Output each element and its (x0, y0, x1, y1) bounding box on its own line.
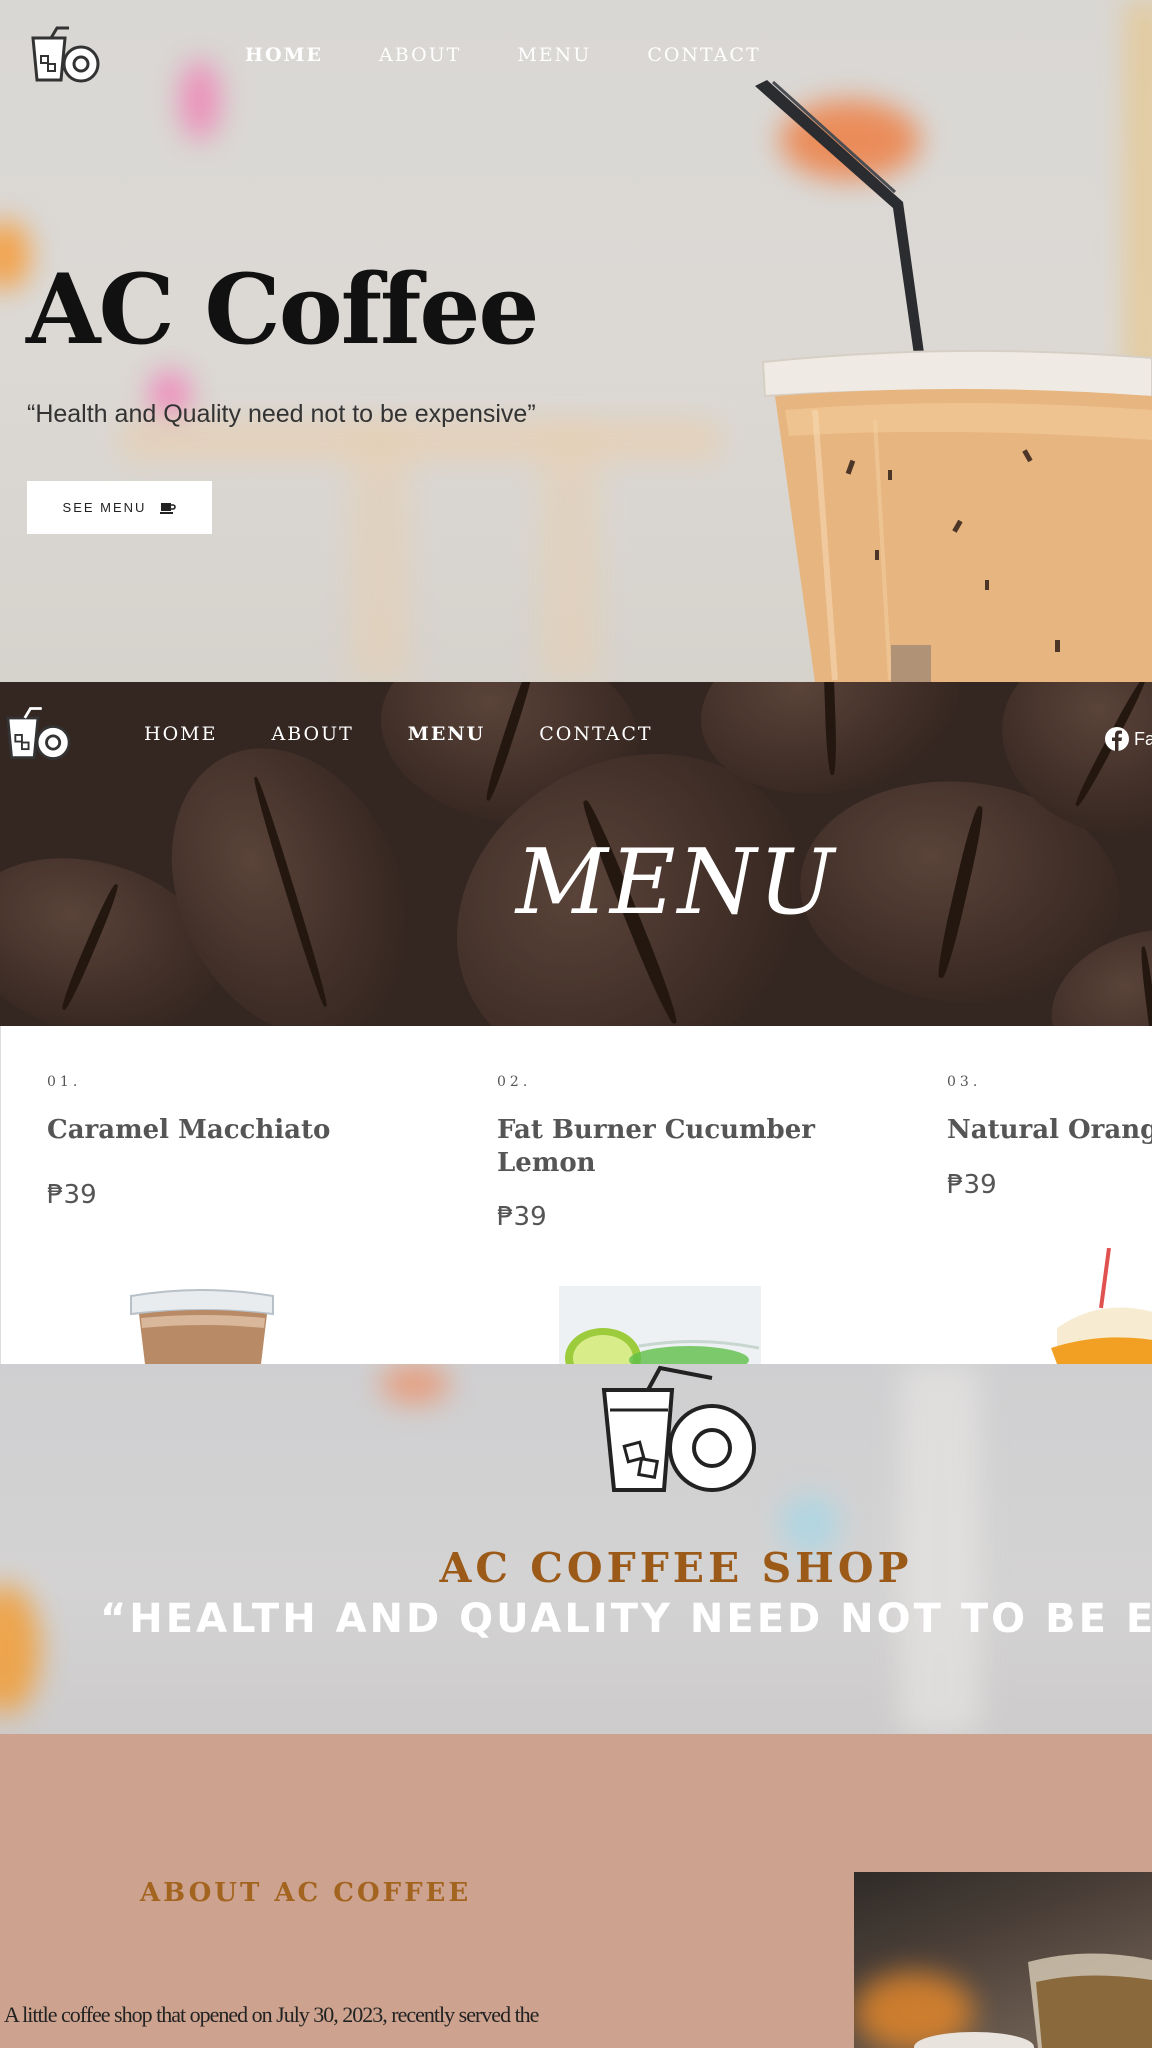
nav-menu-link[interactable]: MENU (517, 44, 591, 66)
nav-menu-link[interactable]: MENU (408, 723, 485, 745)
menu-item-number: 02. (497, 1074, 532, 1090)
iced-coffee-image (755, 80, 1152, 682)
main-nav: HOME ABOUT MENU CONTACT (29, 26, 761, 84)
menu-item-name: Caramel Macchiato (47, 1115, 331, 1145)
nav-about-link[interactable]: ABOUT (379, 44, 461, 66)
iced-tea-image (1028, 1953, 1152, 2048)
menu-item-price: ₱39 (947, 1170, 997, 1200)
nav-contact-link[interactable]: CONTACT (539, 723, 652, 745)
banner-nav: HOME ABOUT MENU CONTACT (4, 706, 653, 762)
nav-home-link[interactable]: HOME (144, 723, 217, 745)
nav-contact-link[interactable]: CONTACT (647, 44, 760, 66)
shop-logo-icon (601, 1365, 756, 1492)
menu-banner-section: HOME ABOUT MENU CONTACT Fa MENU (0, 682, 1152, 1026)
coffee-cup-icon (160, 502, 177, 514)
logo-icon[interactable] (29, 26, 101, 84)
facebook-label: Fa (1134, 728, 1152, 749)
facebook-icon (1105, 727, 1129, 751)
background-blur (380, 1364, 450, 1404)
hero-title: AC Coffee (26, 253, 539, 366)
menu-heading: MENU (515, 830, 837, 935)
orange-juice-image (1051, 1248, 1152, 1364)
about-text: A little coffee shop that opened on July… (4, 2002, 539, 2027)
background-blur (350, 430, 410, 680)
shop-band-section: AC COFFEE SHOP “HEALTH AND QUALITY NEED … (0, 1364, 1152, 1734)
about-photo (854, 1872, 1152, 2048)
menu-list-section: 01. Caramel Macchiato ₱39 02. Fat Burner… (0, 1026, 1152, 1364)
nav-home-link[interactable]: HOME (245, 44, 323, 66)
about-section: ABOUT AC COFFEE A little coffee shop tha… (0, 1734, 1152, 2048)
background-blur (0, 1584, 40, 1714)
about-title: ABOUT AC COFFEE (140, 1878, 472, 1908)
menu-item-price: ₱39 (497, 1202, 547, 1232)
caramel-macchiato-image (130, 1289, 274, 1364)
menu-item[interactable]: 01. Caramel Macchiato ₱39 (47, 1026, 467, 1364)
menu-item[interactable]: 03. Natural Orange J ₱39 (947, 1026, 1152, 1364)
see-menu-label: SEE MENU (62, 500, 147, 515)
cucumber-lemon-image (559, 1286, 761, 1364)
menu-item-name: Fat Burner Cucumber Lemon (497, 1115, 815, 1178)
background-blur (540, 430, 600, 680)
menu-item-number: 01. (47, 1074, 82, 1090)
menu-item-number: 03. (947, 1074, 982, 1090)
menu-item[interactable]: 02. Fat Burner Cucumber Lemon ₱39 (497, 1026, 917, 1364)
hero-section: HOME ABOUT MENU CONTACT AC Coffee “Healt… (0, 0, 1152, 682)
shop-tagline: “HEALTH AND QUALITY NEED NOT TO BE EXPEN… (100, 1596, 1152, 1642)
logo-icon[interactable] (4, 706, 72, 762)
menu-item-price: ₱39 (47, 1180, 97, 1210)
facebook-link[interactable]: Fa (1104, 726, 1152, 752)
shop-title: AC COFFEE SHOP (439, 1544, 913, 1592)
menu-item-name: Natural Orange J (947, 1115, 1152, 1145)
see-menu-button[interactable]: SEE MENU (27, 481, 212, 534)
hero-tagline: “Health and Quality need not to be expen… (27, 400, 536, 428)
nav-about-link[interactable]: ABOUT (271, 723, 353, 745)
